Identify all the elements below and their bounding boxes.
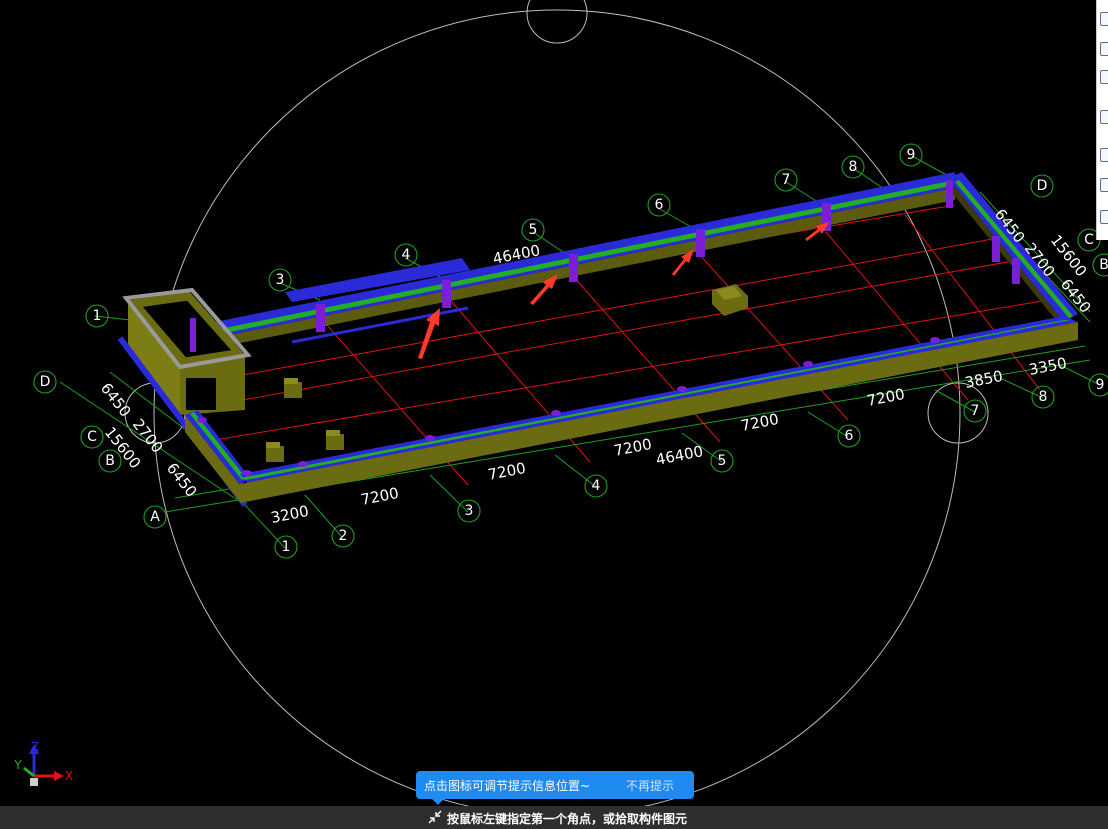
axis-bubble: B — [1092, 253, 1108, 277]
svg-text:7: 7 — [782, 172, 791, 188]
axis-bubble: 8 — [1031, 385, 1055, 409]
axis-bubble: D — [1030, 174, 1054, 198]
svg-text:9: 9 — [1096, 377, 1105, 393]
axis-bubble: D — [33, 370, 57, 394]
axis-bubble: 3 — [457, 499, 481, 523]
dimension-text: 7200 — [359, 484, 400, 509]
axis-bubble: 8 — [841, 155, 865, 179]
axis-bubble: 4 — [584, 474, 608, 498]
axis-bubble: 2 — [331, 524, 355, 548]
svg-text:8: 8 — [1039, 389, 1048, 405]
dimension-texts-bottom: 3200 7200 7200 7200 7200 7200 3850 3350 … — [269, 354, 1068, 527]
dont-show-again-link[interactable]: 不再提示 — [626, 777, 674, 794]
toolbar-button[interactable] — [1100, 178, 1108, 192]
svg-text:9: 9 — [907, 147, 916, 163]
svg-text:4: 4 — [402, 247, 411, 263]
hint-message: 点击图标可调节提示信息位置~ — [424, 779, 591, 793]
collapse-arrows-icon[interactable] — [428, 810, 442, 824]
ucs-z-label: Z — [31, 740, 39, 754]
axis-bubble: 6 — [837, 424, 861, 448]
dimension-text: 7200 — [865, 385, 906, 410]
svg-text:D: D — [40, 374, 51, 390]
toolbar-button[interactable] — [1100, 110, 1108, 124]
svg-text:5: 5 — [718, 453, 727, 469]
ucs-axis-icon: Z Y X — [13, 740, 73, 786]
svg-text:4: 4 — [592, 478, 601, 494]
svg-text:1: 1 — [93, 308, 102, 324]
svg-text:6: 6 — [845, 428, 854, 444]
toolbar-button[interactable] — [1100, 12, 1108, 26]
dimension-text: 7200 — [612, 435, 653, 460]
orbit-handle-top[interactable] — [526, 0, 588, 44]
dimension-text: 6450 — [97, 379, 135, 420]
toolbar-button[interactable] — [1100, 210, 1108, 224]
axis-bubble: 9 — [1088, 373, 1108, 397]
axis-bubble: 1 — [85, 304, 109, 328]
foundation-beam-bottom[interactable] — [240, 316, 1078, 503]
dimension-text: 3200 — [269, 502, 310, 527]
axis-bubble: C — [80, 425, 104, 449]
axis-bubble: 6 — [647, 193, 671, 217]
dimension-text: 3350 — [1027, 354, 1068, 379]
hint-tail — [432, 799, 444, 805]
svg-text:5: 5 — [529, 222, 538, 238]
ucs-x-label: X — [65, 769, 73, 783]
dimension-text: 46400 — [654, 442, 704, 469]
axis-bubble: A — [143, 505, 167, 529]
svg-text:6: 6 — [655, 197, 664, 213]
dimension-text: 7200 — [739, 410, 780, 435]
toolbar-button[interactable] — [1100, 42, 1108, 56]
svg-text:3: 3 — [465, 503, 474, 519]
svg-text:2: 2 — [339, 528, 348, 544]
axis-bubble: 7 — [774, 168, 798, 192]
axis-bubbles-left[interactable]: D C B A — [33, 370, 167, 529]
svg-text:7: 7 — [971, 403, 980, 419]
svg-text:1: 1 — [282, 539, 291, 555]
axis-bubble: 4 — [394, 243, 418, 267]
svg-text:A: A — [150, 509, 160, 525]
svg-text:3: 3 — [276, 272, 285, 288]
svg-text:C: C — [87, 429, 97, 445]
command-prompt: 按鼠标左键指定第一个角点，或拾取构件图元 — [447, 812, 688, 826]
foundation-beam-top[interactable] — [215, 172, 955, 348]
hint-toast[interactable]: 点击图标可调节提示信息位置~ 不再提示 — [416, 771, 694, 805]
svg-text:B: B — [105, 453, 115, 469]
status-bar: 按鼠标左键指定第一个角点，或拾取构件图元 — [0, 806, 1108, 829]
svg-text:D: D — [1037, 178, 1048, 194]
svg-text:C: C — [1084, 232, 1094, 248]
axis-bubble: 5 — [710, 449, 734, 473]
toolbar-button[interactable] — [1100, 148, 1108, 162]
axis-bubble: 1 — [274, 535, 298, 559]
dimension-text: 3850 — [963, 367, 1004, 392]
side-toolbar — [1096, 0, 1108, 240]
svg-text:8: 8 — [849, 159, 858, 175]
toolbar-button[interactable] — [1100, 70, 1108, 84]
model-viewport[interactable]: 1 3 4 5 6 7 8 9 1 2 3 4 5 6 7 8 9 D C B … — [0, 0, 1108, 829]
svg-text:B: B — [1099, 257, 1108, 273]
axis-bubble: 3 — [268, 268, 292, 292]
axis-bubble: 9 — [899, 143, 923, 167]
ucs-y-label: Y — [13, 758, 22, 772]
axis-bubble: 7 — [963, 399, 987, 423]
dimension-text: 7200 — [486, 459, 527, 484]
axis-bubble: 5 — [521, 218, 545, 242]
